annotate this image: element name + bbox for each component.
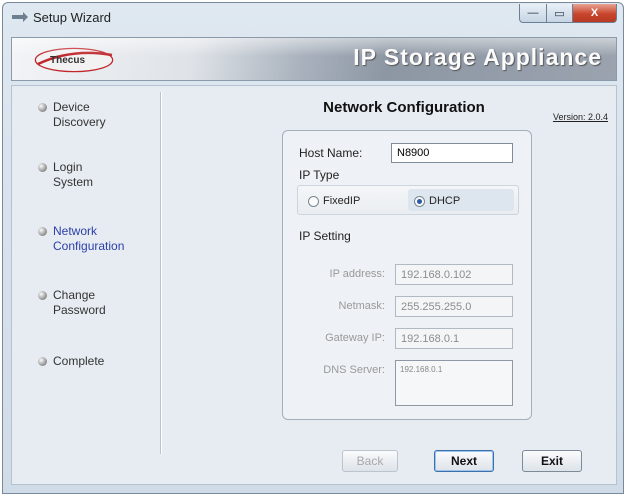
- radio-checked-icon: [414, 195, 425, 207]
- gateway-ip-label: Gateway IP:: [325, 332, 385, 344]
- step-bullet-icon: [38, 163, 47, 172]
- step-login-system: Login System: [38, 160, 158, 190]
- main-panel: Network Configuration Version: 2.0.4 Hos…: [164, 86, 616, 484]
- dhcp-label: DHCP: [429, 195, 461, 207]
- gateway-ip-input[interactable]: [395, 328, 513, 349]
- radio-unchecked-icon: [308, 195, 319, 207]
- product-title: IP Storage Appliance: [353, 44, 602, 70]
- wizard-steps: Device Discovery Login System Network Co…: [12, 86, 160, 484]
- version-link[interactable]: Version: 2.0.4: [553, 112, 608, 122]
- step-label-line2: Configuration: [53, 239, 125, 253]
- step-label-line2: System: [53, 175, 94, 189]
- fixed-ip-label: FixedIP: [323, 195, 361, 207]
- exit-button[interactable]: Exit: [522, 450, 582, 472]
- ip-setting-label: IP Setting: [299, 229, 351, 243]
- step-device-discovery: Device Discovery: [38, 100, 158, 130]
- next-button[interactable]: Next: [434, 450, 494, 472]
- window-controls: — ▭ X: [519, 4, 617, 24]
- step-complete: Complete: [38, 354, 158, 369]
- minimize-button[interactable]: —: [519, 4, 547, 23]
- logo-text: Thecus: [50, 55, 86, 66]
- dhcp-radio[interactable]: DHCP: [414, 195, 460, 207]
- step-label: Change: [53, 288, 96, 302]
- step-change-password: Change Password: [38, 288, 158, 318]
- setup-wizard-window: Setup Wizard — ▭ X Thecus IP Storage App…: [2, 2, 624, 494]
- step-bullet-icon: [38, 357, 47, 366]
- step-bullet-icon: [38, 291, 47, 300]
- maximize-button[interactable]: ▭: [547, 4, 573, 23]
- close-button[interactable]: X: [573, 4, 617, 23]
- step-bullet-icon: [38, 227, 47, 236]
- wizard-content: Device Discovery Login System Network Co…: [11, 85, 617, 485]
- ip-address-input[interactable]: [395, 264, 513, 285]
- step-label-line2: Password: [53, 303, 106, 317]
- ip-type-group: FixedIP DHCP: [297, 185, 519, 215]
- window-title: Setup Wizard: [33, 10, 112, 25]
- step-label: Complete: [53, 354, 105, 368]
- dns-server-label: DNS Server:: [323, 364, 385, 376]
- ip-address-label: IP address:: [329, 268, 385, 280]
- host-name-label: Host Name:: [299, 146, 363, 160]
- host-name-input[interactable]: [391, 143, 513, 163]
- back-button[interactable]: Back: [342, 450, 398, 472]
- ip-type-label: IP Type: [299, 168, 340, 182]
- steps-divider: [160, 92, 162, 454]
- fixed-ip-radio[interactable]: FixedIP: [308, 195, 360, 207]
- step-label: Device: [53, 100, 90, 114]
- thecus-logo: Thecus: [32, 46, 118, 74]
- wizard-arrow-icon: [12, 12, 28, 22]
- netmask-label: Netmask:: [338, 300, 385, 312]
- step-label: Network: [53, 224, 98, 238]
- network-config-form: Host Name: IP Type FixedIP DHCP IP Setti…: [282, 130, 532, 420]
- dns-server-textarea[interactable]: 192.168.0.1: [395, 360, 513, 406]
- step-network-configuration: Network Configuration: [38, 224, 158, 254]
- step-label: Login: [53, 160, 83, 174]
- step-label-line2: Discovery: [53, 115, 106, 129]
- step-bullet-icon: [38, 103, 47, 112]
- netmask-input[interactable]: [395, 296, 513, 317]
- title-bar[interactable]: Setup Wizard — ▭ X: [3, 3, 623, 31]
- header-banner: Thecus IP Storage Appliance: [11, 37, 617, 81]
